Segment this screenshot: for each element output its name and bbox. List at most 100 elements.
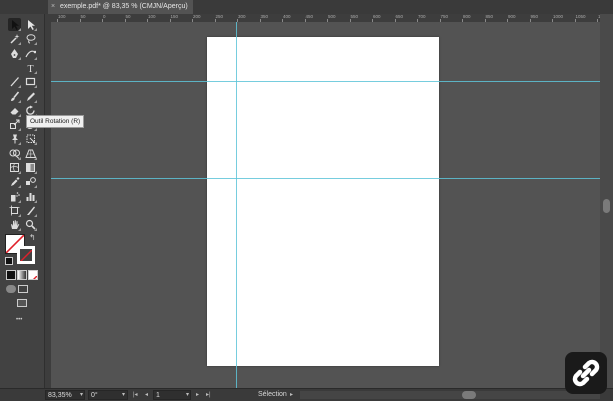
zoom-tool[interactable] [24,218,37,232]
tool-group-indicator [18,42,21,46]
tool-group-indicator [18,156,21,160]
ruler-tick-label: 450 [305,14,314,19]
tool-group-indicator [34,199,37,203]
tool-group-indicator [18,185,21,189]
tool-group-indicator [18,28,21,31]
previous-artboard-icon[interactable]: ◂ [145,389,148,401]
tool-group-indicator [34,213,37,217]
tool-group-indicator [18,171,21,174]
eraser-tool[interactable] [8,104,21,117]
rotation-dropdown-icon[interactable]: ▾ [122,389,125,401]
link-icon [572,359,600,387]
perspective-tool[interactable] [24,147,37,160]
ruler-tick-label: 100 [148,14,156,19]
artboard-tool[interactable] [8,204,21,217]
horizontal-guide[interactable] [51,178,600,179]
ruler-tick-label: 150 [170,14,179,19]
free-transform-tool[interactable] [24,132,37,146]
curvature-tool[interactable] [24,47,37,60]
eyedropper-tool[interactable] [8,175,21,189]
column-graph-tool[interactable] [24,190,37,203]
ruler-tick-label: 250 [215,14,224,19]
zoom-field[interactable]: 83,35% [45,390,85,400]
selection-tool[interactable] [8,18,21,31]
blend-tool[interactable] [24,175,37,189]
mesh-tool[interactable] [8,161,21,174]
gradient-tool[interactable] [24,161,37,174]
scale-tool[interactable] [8,118,21,132]
ruler-tick-label: 1050 [575,14,586,19]
paintbrush-tool[interactable] [8,90,21,103]
ruler-tick-label: 600 [373,14,381,19]
direct-selection-tool[interactable] [24,18,37,31]
ruler-tick-label: 750 [440,14,449,19]
ruler-tick-label: 900 [508,14,516,19]
document-tab-bar: × exemple.pdf* @ 83,35 % (CMJN/Aperçu) [0,0,613,15]
tool-group-indicator [34,128,37,132]
tool-group-indicator [34,85,37,89]
none-mode-icon[interactable] [28,270,38,280]
tool-group-indicator [18,199,21,203]
change-screen-mode-icon[interactable] [17,299,27,307]
close-tab-icon[interactable]: × [48,0,58,14]
slice-tool[interactable] [24,204,37,217]
tool-group-indicator [34,56,37,60]
artboard-dropdown-icon[interactable]: ▾ [186,389,189,401]
tool-group-indicator [34,185,37,189]
ruler-tick-label: 50 [125,14,131,19]
ruler-tick-label: 800 [463,14,471,19]
zoom-dropdown-icon[interactable]: ▾ [80,389,83,401]
ruler-tick-label: 850 [485,14,494,19]
document-tab-label: exemple.pdf* @ 83,35 % (CMJN/Aperçu) [59,3,188,10]
next-artboard-icon[interactable]: ▸ [196,389,199,401]
magic-wand-tool[interactable] [8,32,21,46]
ruler-tick-label: 300 [238,14,246,19]
first-artboard-icon[interactable]: |◂ [133,389,138,401]
tool-group-indicator [18,128,21,132]
none-slash-icon [33,275,37,279]
horizontal-guide[interactable] [51,81,600,82]
default-colors-icon[interactable] [5,257,13,265]
document-tab[interactable]: × exemple.pdf* @ 83,35 % (CMJN/Aperçu) [48,0,193,14]
swap-fill-stroke-icon[interactable]: ↰ [29,233,36,242]
drawing-mode-icon[interactable] [6,285,16,293]
last-artboard-icon[interactable]: ▸| [206,389,211,401]
shape-builder-tool[interactable] [8,147,21,160]
status-bar: 83,35% ▾ 0° ▾ |◂ ◂ 1 ▾ ▸ ▸| Sélection ▸ [0,388,613,401]
line-tool[interactable] [8,75,21,89]
tool-group-indicator [18,85,21,89]
artboard[interactable] [207,37,439,366]
pen-tool[interactable] [8,47,21,60]
ruler-tick-label: 1000 [553,14,564,19]
pencil-tool[interactable] [24,90,37,103]
tool-group-indicator [18,228,21,232]
ruler-tick-label: 0 [103,14,106,19]
link-logo [565,352,607,394]
puppet-warp-tool[interactable] [8,132,21,146]
gradient-mode-icon[interactable] [17,270,27,280]
color-mode-icon[interactable] [6,270,16,280]
hand-tool[interactable] [8,218,21,232]
symbol-sprayer-tool[interactable] [8,190,21,203]
tool-group-indicator [34,228,37,232]
stroke-swatch[interactable] [17,246,35,264]
ruler-tick-label: 700 [418,14,426,19]
type-tool[interactable]: T [24,61,37,75]
horizontal-scroll-thumb[interactable] [462,391,476,399]
tool-tooltip: Outil Rotation (R) [26,115,85,128]
ruler-tick-label: 550 [350,14,359,19]
canvas[interactable] [51,22,600,388]
lasso-tool[interactable] [24,32,37,46]
vertical-scrollbar[interactable] [600,14,613,388]
screen-mode-icon[interactable] [18,285,28,293]
horizontal-scrollbar[interactable] [300,391,600,399]
more-tools-button[interactable]: ••• [16,317,22,323]
status-menu-icon[interactable]: ▸ [290,389,293,401]
tool-group-indicator [18,142,21,146]
vertical-scroll-thumb[interactable] [603,199,610,213]
tool-group-indicator [34,99,37,103]
rectangle-tool[interactable] [24,75,37,89]
tool-group-indicator [34,156,37,160]
tool-group-indicator [34,70,37,74]
vertical-guide[interactable] [236,22,237,388]
